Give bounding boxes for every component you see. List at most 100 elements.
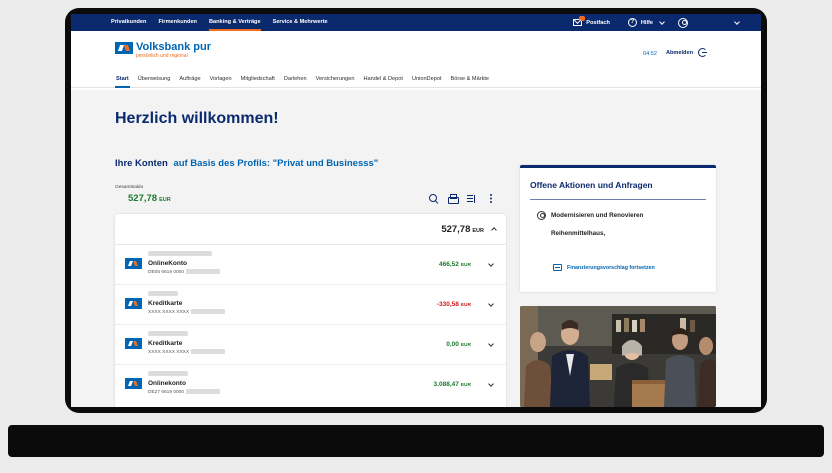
tab-mitgliedschaft[interactable]: Mitgliedschaft (241, 71, 275, 88)
redacted-holder (148, 331, 188, 336)
more-options-icon[interactable] (486, 194, 496, 204)
redacted-iban (186, 389, 221, 394)
volksbank-account-icon (125, 378, 142, 389)
accounts-heading-label: Ihre Konten (115, 158, 168, 169)
account-row[interactable]: Onlinekonto DE27 6619 0000 3.088,47 EUR (115, 365, 506, 405)
volksbank-account-icon (125, 338, 142, 349)
topnav-firmenkunden[interactable]: Firmenkunden (158, 14, 197, 31)
tab-auftraege[interactable]: Aufträge (179, 71, 200, 88)
accounts-summary-total: 527,78 EUR (441, 224, 484, 235)
chevron-down-icon (659, 18, 665, 25)
postfach-label: Postfach (586, 19, 610, 26)
account-balance: 0,00 EUR (446, 341, 471, 348)
help-icon: ? (627, 18, 637, 27)
account-iban-text: XXXX XXXX XXXX (148, 349, 190, 355)
person-icon (537, 211, 546, 220)
profile-link[interactable]: auf Basis des Profils: "Privat und Busin… (173, 158, 378, 169)
topnav-service[interactable]: Service & Mehrwerte (273, 14, 328, 31)
tab-versicherungen[interactable]: Versicherungen (316, 71, 355, 88)
continue-financing-link[interactable]: Finanzierungsvorschlag fortsetzen (553, 264, 655, 271)
account-balance-currency: EUR (460, 343, 471, 348)
chevron-down-icon[interactable] (488, 341, 494, 347)
account-iban: DE05 6619 0000 (148, 269, 221, 275)
hilfe-button[interactable]: ? Hilfe (627, 18, 665, 27)
account-balance-currency: EUR (460, 263, 471, 268)
volksbank-logo-icon (115, 42, 133, 54)
sort-icon[interactable] (467, 194, 477, 204)
promo-photo[interactable] (520, 306, 716, 407)
postfach-button[interactable]: Postfach (573, 16, 610, 26)
open-actions-card: Offene Aktionen und Anfragen Modernisier… (520, 165, 716, 292)
chevron-down-icon[interactable] (488, 261, 494, 267)
redacted-holder (148, 291, 178, 296)
top-navigation: Privatkunden Firmenkunden Banking & Vert… (71, 14, 761, 31)
account-row[interactable]: OnlineKonto DE05 6619 0000 466,52 EUR (115, 245, 506, 285)
tab-boerse-maerkte[interactable]: Börse & Märkte (450, 71, 489, 88)
chevron-up-icon[interactable] (491, 227, 497, 233)
envelope-icon (573, 16, 586, 26)
total-balance: 527,78 EUR (128, 193, 171, 204)
account-iban-text: DE27 6619 0000 (148, 389, 185, 395)
open-action-item-title: Modernisieren und Renovieren (551, 212, 644, 219)
redacted-iban (191, 349, 226, 354)
tab-uniondepot[interactable]: UnionDepot (412, 71, 442, 88)
account-balance-value: 0,00 (446, 341, 459, 348)
account-balance: 3.088,47 EUR (434, 381, 471, 388)
account-iban: DE27 6619 0000 (148, 389, 221, 395)
volksbank-account-icon (125, 298, 142, 309)
tab-handel-depot[interactable]: Handel & Depot (363, 71, 403, 88)
accounts-heading: Ihre Konten auf Basis des Profils: "Priv… (115, 158, 378, 169)
account-balance-value: 3.088,47 (433, 381, 459, 388)
tab-start[interactable]: Start (115, 71, 130, 88)
volksbank-account-icon (125, 258, 142, 269)
tab-vorlagen[interactable]: Vorlagen (210, 71, 232, 88)
account-balance-value: -330,58 (436, 301, 459, 308)
logout-icon (698, 48, 707, 57)
divider (530, 199, 706, 200)
account-balance-currency: EUR (460, 383, 471, 388)
main-content: Herzlich willkommen! Ihre Konten auf Bas… (71, 90, 761, 407)
notification-badge (579, 16, 586, 21)
account-balance: 466,52 EUR (439, 261, 471, 268)
redacted-iban (191, 309, 226, 314)
account-name: Kreditkarte (148, 340, 183, 347)
search-icon[interactable] (429, 194, 439, 204)
open-action-item-subtitle: Reihenmittelhaus, (551, 230, 606, 237)
total-balance-value: 527,78 (128, 193, 158, 204)
bank-logo[interactable]: Volksbank pur persönlich und regional (115, 41, 211, 59)
account-row[interactable]: Kreditkarte XXXX XXXX XXXX -330,58 EUR (115, 285, 506, 325)
hilfe-label: Hilfe (640, 19, 653, 26)
account-balance-value: 466,52 (438, 261, 459, 268)
total-balance-currency: EUR (159, 197, 171, 203)
redacted-holder (148, 251, 212, 256)
chevron-down-icon[interactable] (488, 381, 494, 387)
account-name: OnlineKonto (148, 260, 187, 267)
account-iban: XXXX XXXX XXXX (148, 309, 226, 315)
topnav-privatkunden[interactable]: Privatkunden (111, 14, 146, 31)
account-balance-currency: EUR (460, 303, 471, 308)
chevron-down-icon[interactable] (488, 301, 494, 307)
session-timer: 04:52 (643, 51, 657, 57)
account-tools (429, 194, 505, 204)
tab-darlehen[interactable]: Darlehen (284, 71, 307, 88)
redacted-holder (148, 371, 188, 376)
accounts-summary-row[interactable]: 527,78 EUR (115, 214, 506, 245)
tab-ueberweisung[interactable]: Überweisung (138, 71, 171, 88)
account-iban-text: XXXX XXXX XXXX (148, 309, 190, 315)
site-header: Volksbank pur persönlich und regional 04… (71, 31, 761, 71)
laptop-base (8, 425, 824, 457)
logo-name: Volksbank pur (136, 41, 211, 53)
open-actions-title: Offene Aktionen und Anfragen (530, 180, 653, 190)
browser-screen: Privatkunden Firmenkunden Banking & Vert… (71, 14, 761, 407)
document-icon (553, 264, 562, 271)
topnav-banking[interactable]: Banking & Verträge (208, 14, 261, 31)
account-row[interactable]: Kreditkarte XXXX XXXX XXXX 0,00 EUR (115, 325, 506, 365)
page-title: Herzlich willkommen! (115, 110, 279, 127)
logout-label: Abmelden (665, 49, 693, 56)
print-icon[interactable] (448, 194, 459, 204)
account-balance: -330,58 EUR (437, 301, 471, 308)
user-menu-chevron-icon[interactable] (734, 18, 740, 25)
logout-button[interactable]: Abmelden (666, 48, 707, 57)
total-balance-label: Gesamtsaldo (115, 185, 144, 190)
user-icon[interactable] (678, 17, 688, 28)
